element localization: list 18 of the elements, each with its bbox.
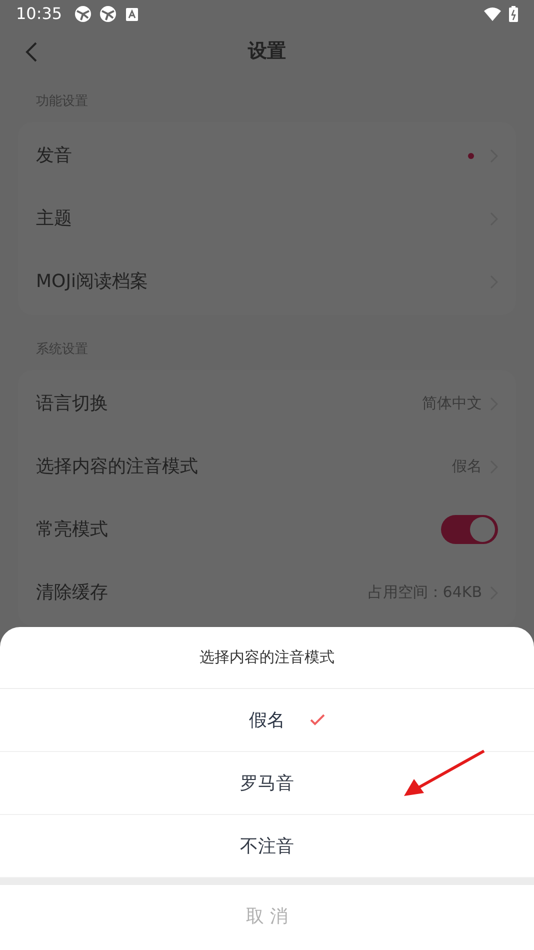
battery-charging-icon	[509, 6, 518, 22]
row-label: 发音	[36, 144, 73, 168]
row-label: 主题	[36, 207, 73, 231]
row-label: 常亮模式	[36, 518, 109, 542]
row-label: 选择内容的注音模式	[36, 455, 199, 479]
sheet-title: 选择内容的注音模式	[200, 647, 334, 668]
row-label: 清除缓存	[36, 581, 109, 605]
page-title: 设置	[248, 39, 286, 64]
toggle-switch[interactable]	[441, 515, 498, 544]
status-time: 10:35	[16, 3, 62, 25]
back-icon[interactable]	[25, 42, 37, 62]
checkmark-icon	[310, 714, 326, 726]
app-notification-icon	[99, 5, 118, 23]
wifi-icon	[484, 7, 501, 21]
font-notification-icon	[126, 8, 138, 20]
row-label: 语言切换	[36, 392, 109, 416]
app-notification-icon	[74, 5, 92, 23]
row-label: MOJi阅读档案	[36, 270, 150, 294]
